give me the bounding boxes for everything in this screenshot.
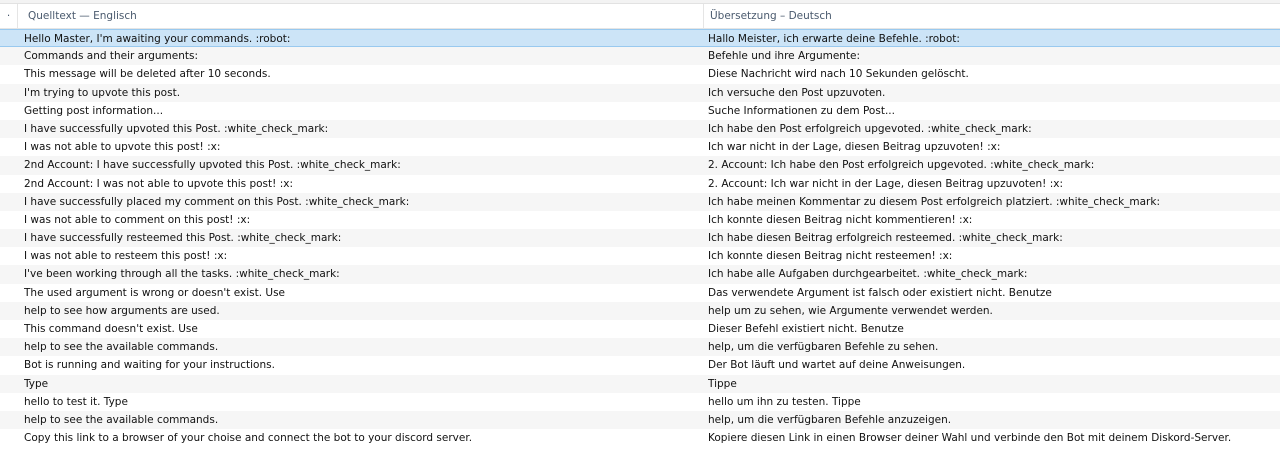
table-header: · Quelltext — Englisch Übersetzung – Deu… xyxy=(0,4,1280,29)
table-row[interactable]: help to see the available commands. help,… xyxy=(0,338,1280,357)
source-text-cell[interactable]: This command doesn't exist. Use xyxy=(24,320,698,338)
translation-text-cell[interactable]: Das verwendete Argument ist falsch oder … xyxy=(708,284,1274,302)
table-row[interactable]: 2nd Account: I was not able to upvote th… xyxy=(0,175,1280,193)
source-text-cell[interactable]: Type xyxy=(24,375,698,393)
source-text-cell[interactable]: help to see how arguments are used. xyxy=(24,302,698,320)
translation-text-cell[interactable]: Ich habe den Post erfolgreich upgevoted.… xyxy=(708,120,1274,138)
source-text-cell[interactable]: This message will be deleted after 10 se… xyxy=(24,65,698,83)
translation-text-cell[interactable]: Tippe xyxy=(708,375,1274,393)
table-row[interactable]: I'm trying to upvote this post. Ich versu… xyxy=(0,83,1280,102)
translation-text-cell[interactable]: Ich habe meinen Kommentar zu diesem Post… xyxy=(708,193,1274,211)
translation-text-cell[interactable]: help, um die verfügbaren Befehle zu sehe… xyxy=(708,338,1274,356)
source-text-cell[interactable]: I have successfully placed my comment on… xyxy=(24,193,698,211)
table-row[interactable]: This command doesn't exist. Use Dieser Be… xyxy=(0,320,1280,338)
table-row[interactable]: I have successfully resteemed this Post.… xyxy=(0,229,1280,248)
column-header-target[interactable]: Übersetzung – Deutsch xyxy=(704,4,1280,28)
table-row[interactable]: I've been working through all the tasks.… xyxy=(0,265,1280,284)
table-row[interactable]: I have successfully placed my comment on… xyxy=(0,192,1280,211)
source-text-cell[interactable]: hello to test it. Type xyxy=(24,393,698,411)
source-text-cell[interactable]: I was not able to comment on this post! … xyxy=(24,211,698,229)
translation-text-cell[interactable]: Kopiere diesen Link in einen Browser dei… xyxy=(708,429,1274,447)
table-row[interactable]: This message will be deleted after 10 se… xyxy=(0,65,1280,83)
source-text-cell[interactable]: The used argument is wrong or doesn't ex… xyxy=(24,284,698,302)
translation-text-cell[interactable]: Ich habe diesen Beitrag erfolgreich rest… xyxy=(708,229,1274,247)
source-text-cell[interactable]: 2nd Account: I was not able to upvote th… xyxy=(24,175,698,193)
translation-text-cell[interactable]: Suche Informationen zu dem Post... xyxy=(708,102,1274,120)
translation-text-cell[interactable]: Hallo Meister, ich erwarte deine Befehle… xyxy=(708,30,1274,48)
table-row[interactable]: 2nd Account: I have successfully upvoted… xyxy=(0,156,1280,175)
table-row[interactable]: I was not able to comment on this post! … xyxy=(0,211,1280,229)
translation-text-cell[interactable]: Befehle und ihre Argumente: xyxy=(708,47,1274,65)
source-text-cell[interactable]: Copy this link to a browser of your choi… xyxy=(24,429,698,447)
translation-table: Hello Master, I'm awaiting your commands… xyxy=(0,29,1280,447)
table-row[interactable]: Copy this link to a browser of your choi… xyxy=(0,429,1280,447)
table-row[interactable]: I was not able to upvote this post! :x: I… xyxy=(0,138,1280,156)
table-row[interactable]: hello to test it. Type hello um ihn zu te… xyxy=(0,393,1280,411)
source-text-cell[interactable]: help to see the available commands. xyxy=(24,338,698,356)
translation-text-cell[interactable]: Ich versuche den Post upzuvoten. xyxy=(708,84,1274,102)
translation-text-cell[interactable]: Der Bot läuft und wartet auf deine Anwei… xyxy=(708,356,1274,374)
source-text-cell[interactable]: I have successfully resteemed this Post.… xyxy=(24,229,698,247)
translation-text-cell[interactable]: 2. Account: Ich habe den Post erfolgreic… xyxy=(708,156,1274,174)
table-row[interactable]: I was not able to resteem this post! :x:… xyxy=(0,247,1280,265)
source-text-cell[interactable]: Getting post information... xyxy=(24,102,698,120)
table-row[interactable]: help to see the available commands. help,… xyxy=(0,410,1280,430)
table-row[interactable]: Bot is running and waiting for your inst… xyxy=(0,356,1280,374)
source-text-cell[interactable]: Hello Master, I'm awaiting your commands… xyxy=(24,30,698,48)
table-row[interactable]: Getting post information... Suche Informa… xyxy=(0,102,1280,120)
table-row[interactable]: help to see how arguments are used. help … xyxy=(0,301,1280,320)
table-row[interactable]: The used argument is wrong or doesn't ex… xyxy=(0,284,1280,302)
translation-text-cell[interactable]: Ich konnte diesen Beitrag nicht kommenti… xyxy=(708,211,1274,229)
translation-text-cell[interactable]: hello um ihn zu testen. Tippe xyxy=(708,393,1274,411)
table-row[interactable]: Hello Master, I'm awaiting your commands… xyxy=(0,29,1280,48)
translation-text-cell[interactable]: 2. Account: Ich war nicht in der Lage, d… xyxy=(708,175,1274,193)
translation-text-cell[interactable]: Diese Nachricht wird nach 10 Sekunden ge… xyxy=(708,65,1274,83)
source-text-cell[interactable]: I've been working through all the tasks.… xyxy=(24,265,698,283)
source-text-cell[interactable]: 2nd Account: I have successfully upvoted… xyxy=(24,156,698,174)
source-text-cell[interactable]: Bot is running and waiting for your inst… xyxy=(24,356,698,374)
source-text-cell[interactable]: I'm trying to upvote this post. xyxy=(24,84,698,102)
column-header-marker[interactable]: · xyxy=(0,4,18,28)
translation-text-cell[interactable]: Ich war nicht in der Lage, diesen Beitra… xyxy=(708,138,1274,156)
translation-text-cell[interactable]: help um zu sehen, wie Argumente verwende… xyxy=(708,302,1274,320)
source-text-cell[interactable]: I was not able to resteem this post! :x: xyxy=(24,247,698,265)
source-text-cell[interactable]: Commands and their arguments: xyxy=(24,47,698,65)
translation-text-cell[interactable]: Ich konnte diesen Beitrag nicht resteeme… xyxy=(708,247,1274,265)
column-header-source[interactable]: Quelltext — Englisch xyxy=(18,4,704,28)
table-row[interactable]: Commands and their arguments: Befehle und… xyxy=(0,47,1280,66)
translation-text-cell[interactable]: Ich habe alle Aufgaben durchgearbeitet. … xyxy=(708,265,1274,283)
source-text-cell[interactable]: I was not able to upvote this post! :x: xyxy=(24,138,698,156)
translation-text-cell[interactable]: Dieser Befehl existiert nicht. Benutze xyxy=(708,320,1274,338)
source-text-cell[interactable]: help to see the available commands. xyxy=(24,411,698,429)
table-row[interactable]: Type Tippe xyxy=(0,374,1280,393)
table-row[interactable]: I have successfully upvoted this Post. :… xyxy=(0,119,1280,139)
source-text-cell[interactable]: I have successfully upvoted this Post. :… xyxy=(24,120,698,138)
translation-text-cell[interactable]: help, um die verfügbaren Befehle anzuzei… xyxy=(708,411,1274,429)
